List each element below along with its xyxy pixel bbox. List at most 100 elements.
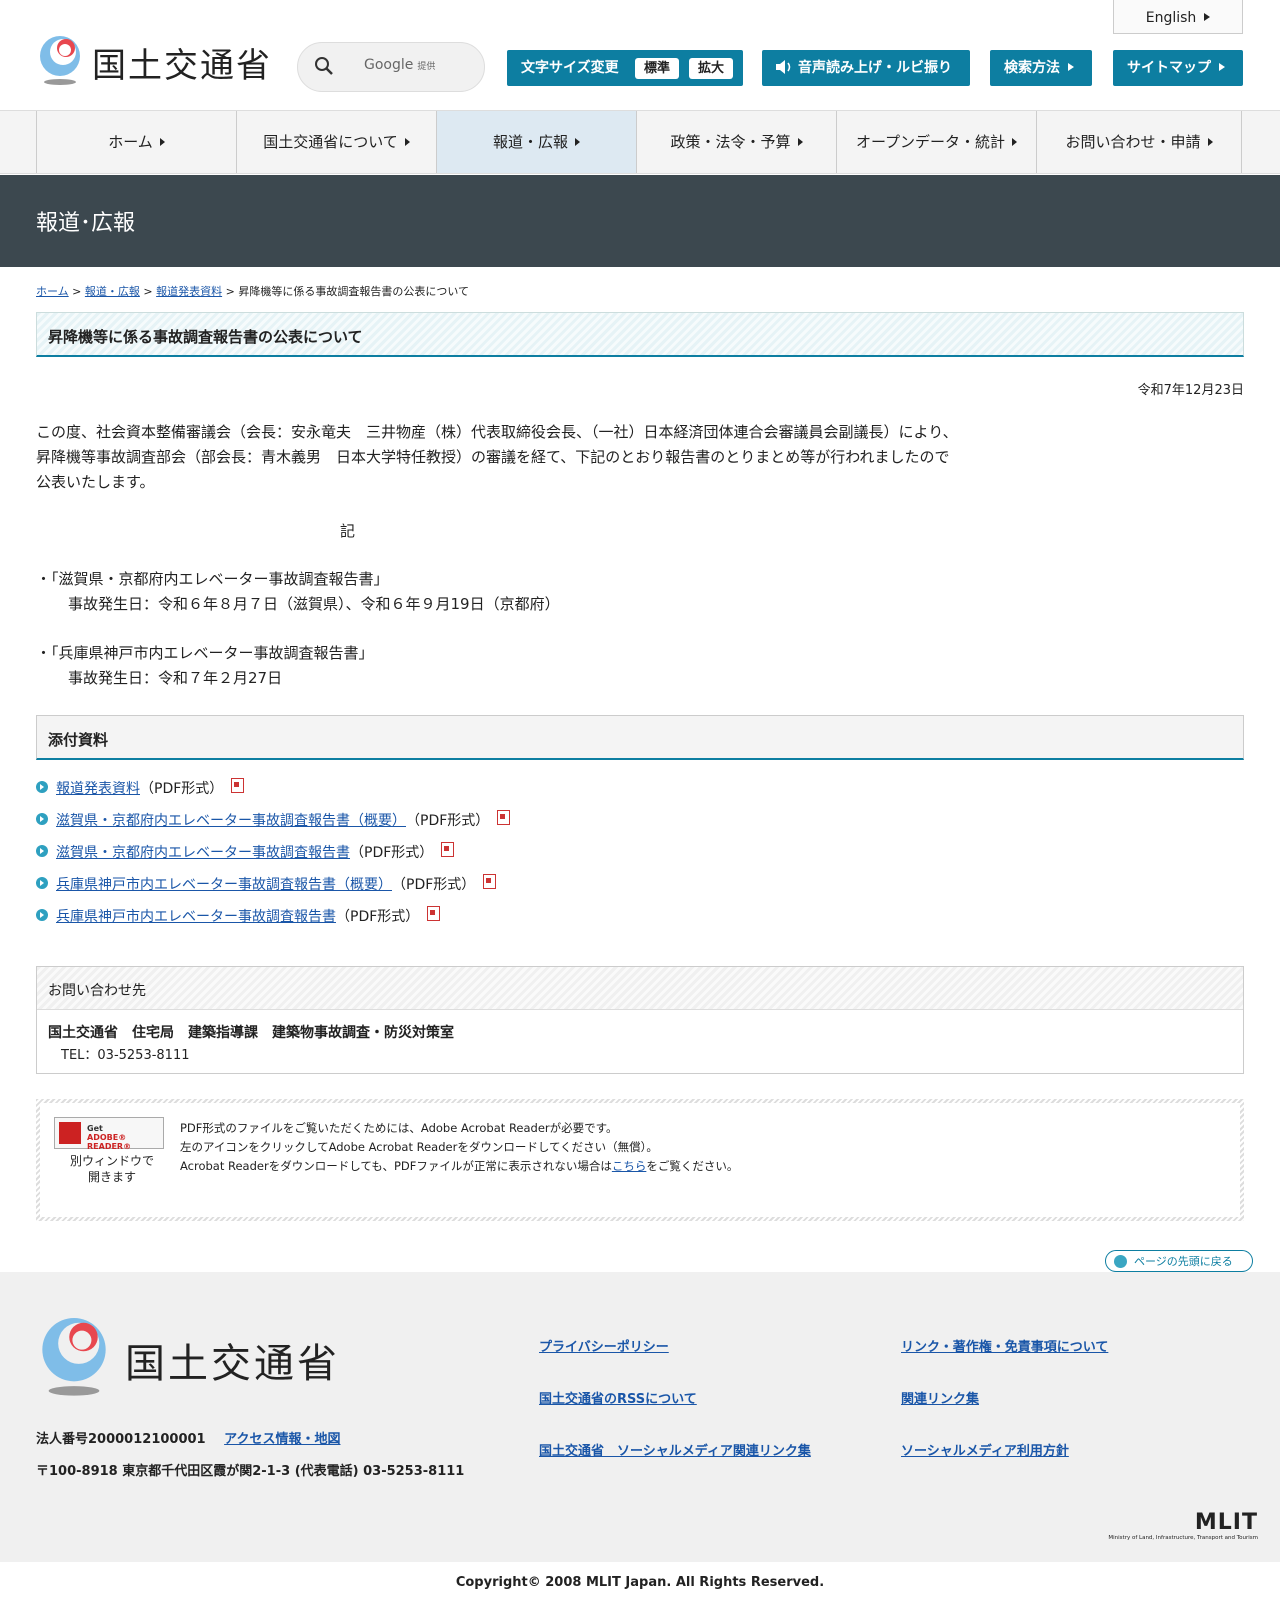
access-map-link[interactable]: アクセス情報・地図 [224,1432,340,1447]
acrobat-text: PDF形式のファイルをご覧いただくためには、Adobe Acrobat Read… [180,1119,738,1176]
social-media-policy-link[interactable]: ソーシャルメディア利用方針 [901,1440,1069,1459]
page-title-box: 昇降機等に係る事故調査報告書の公表について [36,312,1244,357]
arrow-right-icon [1068,63,1074,71]
attachment-link[interactable]: 滋賀県・京都府内エレベーター事故調査報告書 [56,842,350,862]
nav-item-label: オープンデータ・統計 [855,133,1006,151]
adobe-reader-badge-text: Get ADOBE® READER® [87,1124,132,1151]
attachment-format: （PDF形式） [140,781,224,797]
nav-item[interactable]: お問い合わせ・申請 [1036,111,1242,173]
article-line: この度、社会資本整備審議会（会長：安永竜夫 三井物産（株）代表取締役会長、（一社… [36,423,958,441]
arrow-right-icon [1012,138,1018,146]
attachments-heading-box: 添付資料 [36,715,1244,760]
nav-item-label: 報道・広報 [492,133,568,151]
nav-item[interactable]: ホーム [36,111,236,173]
attachment-format: （PDF形式） [336,909,420,925]
arrow-right-icon [404,138,410,146]
copyright-disclaimer-link[interactable]: リンク・著作権・免責事項について [901,1336,1108,1355]
english-link[interactable]: English [1113,0,1243,34]
contact-heading-bar: お問い合わせ先 [37,967,1243,1010]
new-window-caption: 別ウィンドウで 開きます [69,1154,154,1184]
mlit-logo-icon[interactable] [36,34,84,86]
adobe-pdf-icon [59,1122,81,1144]
nav-item[interactable]: 国土交通省について [236,111,436,173]
acrobat-line: PDF形式のファイルをご覧いただくためには、Adobe Acrobat Read… [180,1121,618,1135]
breadcrumb: ホーム > 報道・広報 > 報道発表資料 > 昇降機等に係る事故調査報告書の公表… [36,283,469,299]
pdf-icon [441,842,455,857]
ki-label: 記 [340,522,356,540]
article-body: この度、社会資本整備審議会（会長：安永竜夫 三井物産（株）代表取締役会長、（一社… [36,420,958,495]
breadcrumb-home[interactable]: ホーム [36,285,69,298]
breadcrumb-release[interactable]: 報道発表資料 [156,285,222,298]
report-item: ・「滋賀県・京都府内エレベーター事故調査報告書」 事故発生日：令和６年８月７日（… [36,567,560,617]
report-item: ・「兵庫県神戸市内エレベーター事故調査報告書」 事故発生日：令和７年２月27日 [36,641,374,691]
arrow-right-icon [1204,13,1211,21]
footer-logo-text: 国土交通省 [125,1341,340,1387]
global-nav: ホーム 国土交通省について 報道・広報 政策・法令・予算 オープンデータ・統計 お問い合わ… [0,110,1280,174]
nav-item[interactable]: 報道・広報 [436,111,636,173]
breadcrumb-separator: > [225,285,235,298]
mlit-wordmark: MLIT Ministry of Land, Infrastructure, T… [1100,1510,1258,1541]
arrow-right-icon [1219,63,1225,71]
acrobat-help-link[interactable]: こちら [612,1159,647,1173]
article-line: 公表いたします。 [36,473,155,491]
attachment-link[interactable]: 兵庫県神戸市内エレベーター事故調査報告書 [56,906,336,926]
category-title: 報道･広報 [36,211,136,236]
back-to-top-button[interactable]: ページの先頭に戻る [1105,1250,1253,1272]
attachment-format: （PDF形式） [406,813,490,829]
site-logo-text[interactable]: 国土交通省 [92,38,272,87]
nav-item[interactable]: オープンデータ・統計 [836,111,1036,173]
bullet-arrow-icon [36,781,48,793]
social-media-links-link[interactable]: 国土交通省 ソーシャルメディア関連リンク集 [539,1440,811,1459]
attachment-format: （PDF形式） [392,877,476,893]
font-size-large-button[interactable]: 拡大 [689,58,733,79]
related-links-link[interactable]: 関連リンク集 [901,1388,979,1407]
breadcrumb-current: 昇降機等に係る事故調査報告書の公表について [238,285,469,298]
attachment-link[interactable]: 滋賀県・京都府内エレベーター事故調査報告書（概要） [56,810,406,830]
acrobat-line: 左のアイコンをクリックしてAdobe Acrobat Readerをダウンロード… [180,1140,658,1154]
bullet-arrow-icon [36,845,48,857]
mlit-wordmark-text: MLIT [1194,1510,1258,1535]
attachment-link[interactable]: 兵庫県神戸市内エレベーター事故調査報告書（概要） [56,874,392,894]
bullet-arrow-icon [36,877,48,889]
footer-address: 〒100-8918 東京都千代田区霞が関2-1-3 (代表電話) 03-5253… [36,1464,465,1479]
attachment-item: 兵庫県神戸市内エレベーター事故調査報告書 （PDF形式） [36,906,510,938]
breadcrumb-separator: > [72,285,82,298]
breadcrumb-press[interactable]: 報道・広報 [85,285,140,298]
bullet-arrow-icon [36,909,48,921]
font-size-control: 文字サイズ変更 標準 拡大 [507,50,743,86]
contact-box: お問い合わせ先 国土交通省 住宅局 建築指導課 建築物事故調査・防災対策室 TE… [36,966,1244,1074]
corporate-number: 法人番号2000012100001 アクセス情報・地図 [36,1432,341,1447]
attachments-heading: 添付資料 [48,731,109,749]
report-date: 事故発生日：令和７年２月27日 [68,669,283,687]
report-date: 事故発生日：令和６年８月７日（滋賀県）、令和６年９月19日（京都府） [68,595,560,613]
attachment-item: 滋賀県・京都府内エレベーター事故調査報告書（概要） （PDF形式） [36,810,511,842]
copyright: Copyright© 2008 MLIT Japan. All Rights R… [455,1575,825,1590]
mlit-footer-logo-icon [42,1318,106,1396]
pdf-icon [231,778,245,793]
publish-date: 令和7年12月23日 [1137,383,1244,398]
search-icon[interactable] [314,56,334,76]
pdf-icon [427,906,441,921]
contact-tel: TEL：03-5253-8111 [61,1048,190,1063]
report-title: ・「兵庫県神戸市内エレベーター事故調査報告書」 [36,644,374,662]
report-title: ・「滋賀県・京都府内エレベーター事故調査報告書」 [36,570,389,588]
footer [0,1272,1280,1562]
attachment-list: 報道発表資料 （PDF形式） 滋賀県・京都府内エレベーター事故調査報告書（概要） （P… [36,778,511,938]
attachment-item: 滋賀県・京都府内エレベーター事故調査報告書 （PDF形式） [36,842,510,874]
search-box[interactable]: Google 提供 [297,42,485,92]
bullet-arrow-icon [36,813,48,825]
nav-item[interactable]: 政策・法令・予算 [636,111,836,173]
contact-heading: お問い合わせ先 [48,983,146,999]
mlit-wordmark-subtext: Ministry of Land, Infrastructure, Transp… [1108,1535,1258,1541]
get-adobe-reader-button[interactable]: Get ADOBE® READER® [54,1117,164,1151]
nav-item-label: 国土交通省について [263,133,398,151]
privacy-policy-link[interactable]: プライバシーポリシー [539,1336,669,1355]
sitemap-button[interactable]: サイトマップ [1113,50,1243,86]
rss-link[interactable]: 国土交通省のRSSについて [539,1388,697,1407]
font-size-standard-button[interactable]: 標準 [635,58,679,79]
speaker-icon [776,60,791,74]
font-size-label: 文字サイズ変更 [521,60,619,76]
attachment-link[interactable]: 報道発表資料 [56,778,140,798]
voice-ruby-button[interactable]: 音声読み上げ・ルビ振り [762,50,970,86]
search-method-button[interactable]: 検索方法 [990,50,1092,86]
